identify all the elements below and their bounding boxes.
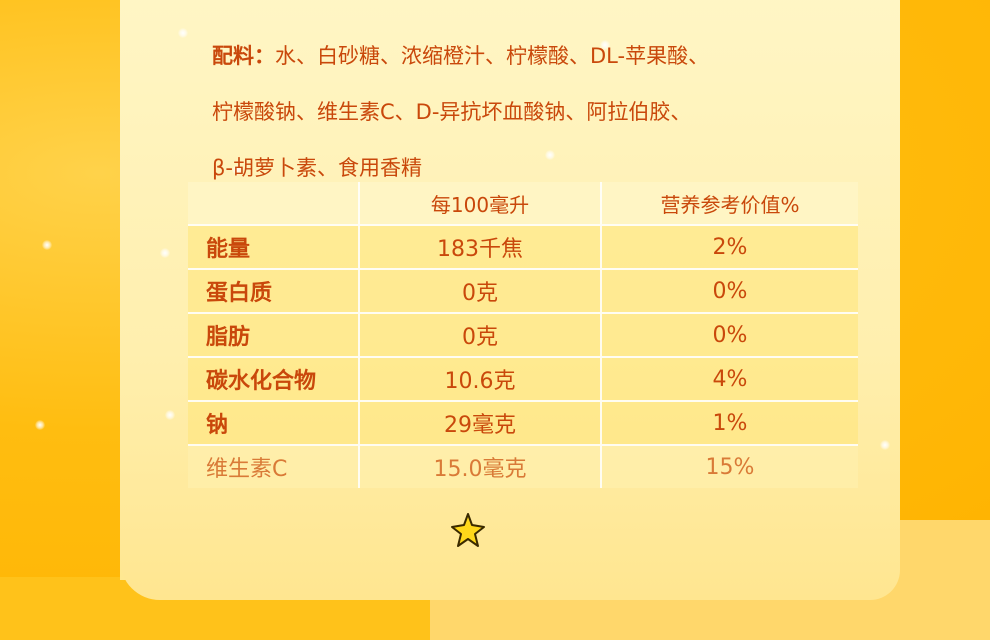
ingredients-line-2: 柠檬酸钠、维生素C、D-异抗坏血酸钠、阿拉伯胶、 [212,100,692,124]
table-row: 钠 29毫克 1% [188,402,858,446]
ingredients-line-1: 配料：水、白砂糖、浓缩橙汁、柠檬酸、DL-苹果酸、 [212,44,710,68]
ingredients-block: 配料：水、白砂糖、浓缩橙汁、柠檬酸、DL-苹果酸、 柠檬酸钠、维生素C、D-异抗… [212,28,862,196]
table-row: 碳水化合物 10.6克 4% [188,358,858,402]
sparkle-icon [160,248,170,258]
nutrient-amount: 10.6克 [360,358,602,400]
sparkle-icon [165,410,175,420]
header-cell [188,182,360,224]
nutrient-amount: 29毫克 [360,402,602,444]
nutrient-amount: 0克 [360,314,602,356]
nutrient-name: 脂肪 [188,314,360,356]
header-cell: 每100毫升 [360,182,602,224]
nutrient-nrv: 2% [602,226,858,268]
nutrient-nrv: 0% [602,270,858,312]
table-row: 能量 183千焦 2% [188,226,858,270]
header-cell: 营养参考价值% [602,182,858,224]
sparkle-icon [178,28,188,38]
nutrient-nrv: 1% [602,402,858,444]
table-row: 蛋白质 0克 0% [188,270,858,314]
table-header: 每100毫升 营养参考价值% [188,182,858,226]
nutrient-name: 蛋白质 [188,270,360,312]
table-row: 维生素C 15.0毫克 15% [188,446,858,488]
nutrient-nrv: 15% [602,446,858,488]
nutrient-nrv: 0% [602,314,858,356]
sparkle-icon [42,240,52,250]
nutrient-amount: 183千焦 [360,226,602,268]
sparkle-icon [35,420,45,430]
ingredients-label: 配料： [212,44,275,68]
sparkle-icon [880,440,890,450]
nutrient-name: 碳水化合物 [188,358,360,400]
nutrition-table: 每100毫升 营养参考价值% 能量 183千焦 2% 蛋白质 0克 0% 脂肪 … [188,182,858,488]
table-row: 脂肪 0克 0% [188,314,858,358]
star-icon [451,513,485,547]
nutrient-name: 维生素C [188,446,360,488]
nutrient-nrv: 4% [602,358,858,400]
nutrient-name: 钠 [188,402,360,444]
nutrient-name: 能量 [188,226,360,268]
nutrient-amount: 15.0毫克 [360,446,602,488]
nutrient-amount: 0克 [360,270,602,312]
